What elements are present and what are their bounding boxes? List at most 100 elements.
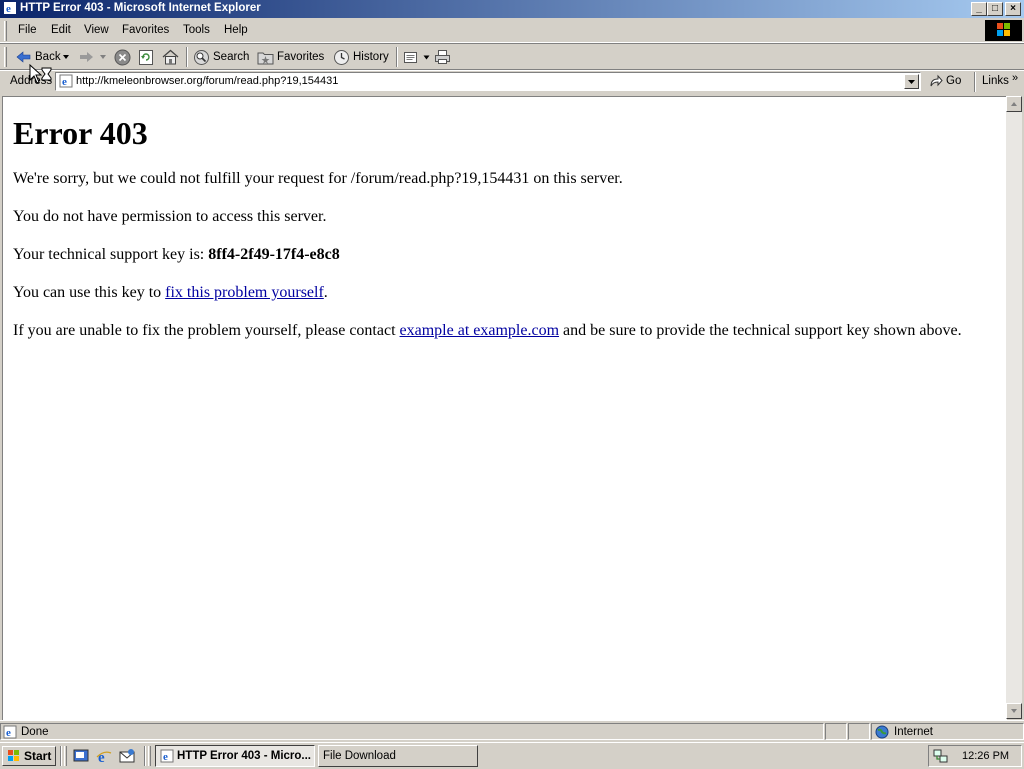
go-label: Go — [946, 75, 962, 87]
svg-text:e: e — [62, 76, 67, 88]
ie-page-icon: e — [59, 74, 73, 88]
search-button[interactable]: Search — [193, 47, 249, 67]
print-button[interactable] — [434, 47, 451, 67]
printer-icon — [435, 50, 450, 64]
links-button[interactable]: Links — [982, 75, 1009, 87]
history-clock-icon — [334, 49, 349, 65]
menu-edit[interactable]: Edit — [51, 24, 71, 36]
windows-flag-icon — [8, 750, 19, 761]
quicklaunch-grip[interactable] — [64, 746, 67, 766]
minimize-button[interactable]: _ — [971, 2, 987, 16]
history-button[interactable]: History — [333, 47, 389, 67]
contact-email-link[interactable]: example at example.com — [400, 322, 559, 339]
support-key-value: 8ff4-2f49-17f4-e8c8 — [208, 246, 340, 263]
menu-grip[interactable] — [4, 21, 7, 41]
ie-logo-icon: e — [160, 749, 174, 763]
taskbar-separator — [60, 746, 62, 766]
links-chevron-icon[interactable]: » — [1012, 72, 1018, 84]
error-heading: Error 403 — [13, 115, 148, 151]
go-button[interactable]: Go — [929, 74, 961, 88]
outlook-express-icon[interactable] — [119, 748, 135, 764]
zone-text: Internet — [894, 726, 933, 738]
go-arrow-icon — [930, 74, 943, 87]
home-button[interactable] — [162, 47, 179, 67]
menu-favorites[interactable]: Favorites — [122, 24, 169, 36]
support-key-line: Your technical support key is: 8ff4-2f49… — [13, 246, 340, 264]
tasks-grip[interactable] — [148, 746, 151, 766]
start-label: Start — [24, 749, 52, 763]
dropdown-arrow-icon — [423, 55, 430, 59]
menu-help[interactable]: Help — [224, 24, 248, 36]
favorites-button[interactable]: Favorites — [257, 47, 324, 67]
address-separator — [974, 72, 976, 92]
address-field[interactable]: e http://kmeleonbrowser.org/forum/read.p… — [55, 72, 921, 91]
forward-dropdown-button[interactable] — [99, 47, 107, 67]
toolbar-separator — [396, 47, 398, 67]
stop-button[interactable] — [114, 47, 131, 67]
stop-icon — [114, 49, 131, 65]
menu-view[interactable]: View — [84, 24, 109, 36]
error-message: We're sorry, but we could not fulfill yo… — [13, 170, 623, 187]
taskbar: Start e e HTTP Error 403 - Micro... File… — [0, 742, 1024, 769]
busy-cursor-icon — [29, 64, 52, 84]
toolbar-grip[interactable] — [4, 47, 7, 67]
globe-icon — [875, 725, 889, 739]
back-arrow-icon — [16, 51, 31, 63]
vertical-scrollbar[interactable] — [1006, 96, 1022, 719]
toolbar-separator — [186, 47, 188, 67]
taskbar-separator — [144, 746, 146, 766]
address-bar: Address e http://kmeleonbrowser.org/foru… — [0, 69, 1024, 94]
system-tray: 12:26 PM — [928, 745, 1022, 767]
scroll-down-button[interactable] — [1006, 703, 1022, 719]
contact-line: If you are unable to fix the problem you… — [13, 322, 962, 340]
status-text: Done — [21, 726, 49, 738]
scroll-down-arrow-icon — [1011, 709, 1017, 713]
task-ie-label: HTTP Error 403 - Micro... — [177, 750, 311, 762]
dropdown-arrow-icon — [100, 55, 106, 59]
svg-text:e: e — [6, 727, 11, 739]
task-ie-window[interactable]: e HTTP Error 403 - Micro... — [155, 745, 315, 767]
contact-suffix: and be sure to provide the technical sup… — [559, 322, 962, 339]
scroll-up-arrow-icon — [1011, 102, 1017, 106]
forward-arrow-icon — [80, 52, 93, 62]
task-download-label: File Download — [323, 750, 396, 762]
forward-button[interactable] — [78, 47, 94, 67]
mail-button[interactable] — [403, 47, 430, 67]
menu-tools[interactable]: Tools — [183, 24, 210, 36]
window-title: HTTP Error 403 - Microsoft Internet Expl… — [20, 2, 261, 14]
refresh-button[interactable] — [138, 47, 154, 67]
address-url: http://kmeleonbrowser.org/forum/read.php… — [76, 75, 339, 87]
favorites-label: Favorites — [277, 51, 325, 63]
history-label: History — [353, 51, 389, 63]
network-icon[interactable] — [933, 748, 949, 764]
show-desktop-icon[interactable] — [73, 748, 89, 764]
back-label: Back — [35, 51, 61, 63]
dropdown-arrow-icon — [63, 55, 69, 59]
ie-page-icon: e — [3, 725, 17, 739]
status-panel-empty — [848, 723, 870, 740]
permission-message: You do not have permission to access thi… — [13, 208, 327, 225]
status-panel-empty — [825, 723, 847, 740]
address-dropdown-button[interactable] — [904, 74, 919, 89]
start-button[interactable]: Start — [2, 746, 56, 766]
search-icon — [194, 49, 209, 65]
menu-bar: File Edit View Favorites Tools Help — [0, 19, 1024, 43]
task-file-download[interactable]: File Download — [318, 745, 478, 767]
standard-toolbar: Back Search Favorites History — [0, 43, 1024, 71]
favorites-folder-icon — [257, 52, 274, 64]
internet-explorer-icon[interactable]: e — [96, 748, 112, 764]
back-dropdown-button[interactable] — [62, 47, 70, 67]
fix-problem-link[interactable]: fix this problem yourself — [165, 284, 324, 301]
support-key-prefix: Your technical support key is: — [13, 246, 209, 263]
zone-panel: Internet — [871, 723, 1024, 740]
refresh-icon — [139, 49, 153, 65]
maximize-button[interactable]: □ — [987, 2, 1003, 16]
scroll-up-button[interactable] — [1006, 96, 1022, 112]
menu-file[interactable]: File — [18, 24, 37, 36]
home-icon — [162, 49, 179, 65]
clock[interactable]: 12:26 PM — [962, 750, 1009, 762]
close-button[interactable]: × — [1005, 2, 1021, 16]
windows-logo-icon — [985, 20, 1022, 41]
status-bar: e Done Internet — [0, 720, 1024, 742]
contact-prefix: If you are unable to fix the problem you… — [13, 322, 400, 339]
